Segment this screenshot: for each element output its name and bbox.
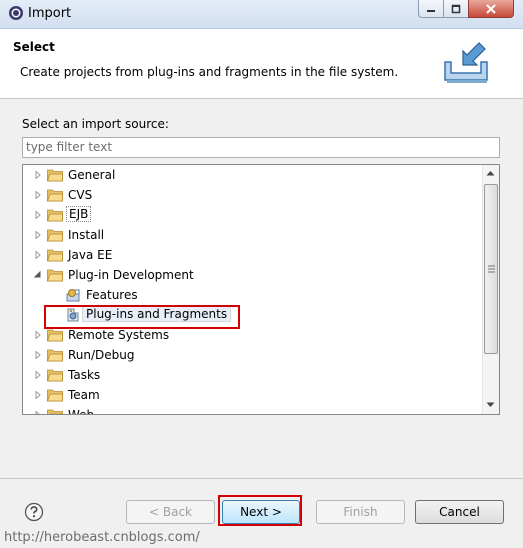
folder-icon <box>47 329 63 342</box>
tree-item-label: Tasks <box>68 368 101 382</box>
highlight-box-next <box>218 495 302 526</box>
tree-item-label: CVS <box>68 188 93 202</box>
tree-item-label: Team <box>68 388 100 402</box>
tree-item-label: EJB <box>66 206 92 222</box>
eclipse-icon <box>9 6 23 20</box>
folder-icon <box>47 389 63 402</box>
tree-folder-item[interactable]: General <box>23 165 481 185</box>
wizard-header: Select Create projects from plug-ins and… <box>0 29 523 99</box>
close-icon <box>486 3 496 14</box>
grip-icon <box>488 265 495 273</box>
maximize-button[interactable] <box>443 0 469 18</box>
tree-item-label: General <box>68 168 116 182</box>
scroll-thumb[interactable] <box>484 184 498 354</box>
highlight-box-plugins <box>44 305 240 329</box>
folder-icon <box>47 249 63 262</box>
tree-folder-item[interactable]: EJB <box>23 205 481 225</box>
minimize-icon <box>427 9 435 12</box>
window-title: Import <box>28 6 72 21</box>
collapsed-arrow-icon[interactable] <box>34 391 42 399</box>
import-source-label: Select an import source: <box>22 117 169 131</box>
collapsed-arrow-icon[interactable] <box>34 251 42 259</box>
help-icon[interactable] <box>24 502 44 522</box>
tree-rows: General CVS EJB Install Java EE Plug-in Devel… <box>23 165 481 414</box>
page-description: Create projects from plug-ins and fragme… <box>20 65 399 79</box>
tree-item-label: Plug-in Development <box>68 268 194 282</box>
tree-folder-item[interactable]: Tasks <box>23 365 481 385</box>
finish-button[interactable]: Finish <box>316 500 405 524</box>
tree-folder-item[interactable]: Plug-in Development <box>23 265 481 285</box>
import-wizard-icon <box>444 42 488 83</box>
collapsed-arrow-icon[interactable] <box>34 171 42 179</box>
tree-item-label: Install <box>68 228 105 242</box>
tree-folder-item[interactable]: Java EE <box>23 245 481 265</box>
expanded-arrow-icon[interactable] <box>34 271 42 279</box>
filter-input[interactable]: type filter text <box>22 137 500 158</box>
tree-item-label: Java EE <box>68 248 113 262</box>
collapsed-arrow-icon[interactable] <box>34 331 42 339</box>
folder-icon <box>47 169 63 182</box>
collapsed-arrow-icon[interactable] <box>34 191 42 199</box>
tree-folder-item[interactable]: Install <box>23 225 481 245</box>
collapsed-arrow-icon[interactable] <box>34 211 42 219</box>
folder-icon <box>47 229 63 242</box>
collapsed-arrow-icon[interactable] <box>34 371 42 379</box>
scroll-down-icon[interactable] <box>486 402 495 408</box>
tree-scrollbar[interactable] <box>482 165 499 414</box>
minimize-button[interactable] <box>418 0 444 18</box>
tree-folder-item[interactable]: Web <box>23 405 481 414</box>
collapsed-arrow-icon[interactable] <box>34 351 42 359</box>
tree-folder-item[interactable]: Run/Debug <box>23 345 481 365</box>
tree-leaf-item[interactable]: Features <box>23 285 481 305</box>
scroll-up-icon[interactable] <box>486 170 495 176</box>
collapsed-arrow-icon[interactable] <box>34 231 42 239</box>
folder-icon <box>47 189 63 202</box>
folder-icon <box>47 409 63 414</box>
tree-item-label: Web <box>68 408 94 414</box>
folder-icon <box>47 349 63 362</box>
tree-folder-item[interactable]: CVS <box>23 185 481 205</box>
tree-folder-item[interactable]: Team <box>23 385 481 405</box>
cancel-button[interactable]: Cancel <box>415 500 504 524</box>
folder-icon <box>47 209 63 222</box>
folder-icon <box>47 269 63 282</box>
folder-icon <box>47 369 63 382</box>
tree-item-label: Features <box>86 288 138 302</box>
import-source-tree[interactable]: General CVS EJB Install Java EE Plug-in Devel… <box>22 164 500 415</box>
watermark: http://herobeast.cnblogs.com/ <box>4 530 200 545</box>
close-button[interactable] <box>468 0 514 18</box>
footer-divider <box>0 478 523 479</box>
feature-icon <box>66 289 80 302</box>
maximize-icon <box>451 4 461 13</box>
back-button[interactable]: < Back <box>126 500 215 524</box>
tree-item-label: Run/Debug <box>68 348 135 362</box>
collapsed-arrow-icon[interactable] <box>34 411 42 414</box>
tree-item-label: Remote Systems <box>68 328 170 342</box>
title-bar: Import <box>0 0 523 29</box>
page-title: Select <box>13 40 55 54</box>
